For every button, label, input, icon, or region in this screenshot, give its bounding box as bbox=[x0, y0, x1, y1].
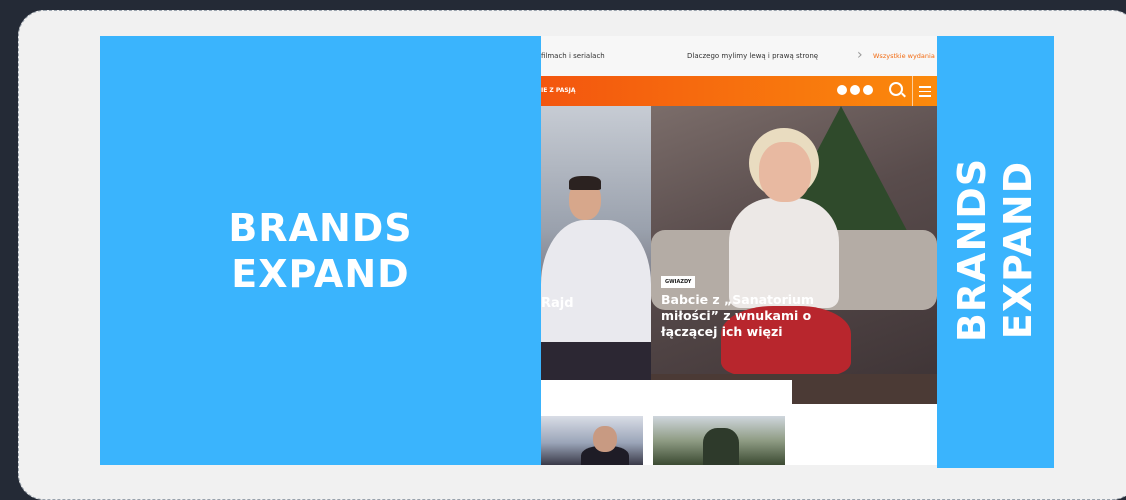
brand-line-1: BRANDS bbox=[228, 205, 413, 250]
category-badge[interactable]: GWIAZDY bbox=[661, 276, 696, 288]
hero-left-caption: Rajd bbox=[541, 296, 574, 311]
photo-hair bbox=[569, 176, 601, 190]
content-spacer bbox=[541, 380, 792, 404]
chevron-right-icon[interactable]: › bbox=[857, 47, 863, 63]
article-headline[interactable]: Babcie z „Sanatorium miłości” z wnukami … bbox=[661, 292, 861, 340]
topbar-link-center[interactable]: Dlaczego mylimy lewą i prawą stronę bbox=[687, 52, 818, 60]
all-issues-link[interactable]: Wszystkie wydania bbox=[873, 52, 935, 60]
website-preview: filmach i serialach Dlaczego mylimy lewą… bbox=[541, 36, 937, 465]
hamburger-menu-icon[interactable] bbox=[919, 86, 931, 100]
brand-line-2: EXPAND bbox=[231, 251, 410, 296]
brands-expand-left-label: BRANDS EXPAND bbox=[228, 205, 412, 297]
article-thumbnail[interactable] bbox=[541, 416, 643, 465]
navbar-section-label[interactable]: IE Z PASJĄ bbox=[541, 87, 576, 94]
instagram-icon[interactable] bbox=[850, 85, 860, 95]
brands-expand-right-label: BRANDS EXPAND bbox=[949, 158, 1041, 342]
hero-article-left[interactable]: Rajd bbox=[541, 106, 651, 380]
top-bar: filmach i serialach Dlaczego mylimy lewą… bbox=[541, 36, 937, 76]
topbar-link-left[interactable]: filmach i serialach bbox=[541, 52, 605, 60]
brand-line-2: EXPAND bbox=[996, 160, 1040, 340]
brands-expand-right-panel[interactable]: BRANDS EXPAND bbox=[937, 36, 1054, 468]
hero-article-right[interactable]: GWIAZDY Babcie z „Sanatorium miłości” z … bbox=[651, 106, 937, 404]
photo-jeans bbox=[541, 342, 651, 380]
photo-people bbox=[703, 428, 739, 465]
photo-face bbox=[593, 426, 617, 452]
divider bbox=[912, 76, 913, 106]
social-icons bbox=[837, 85, 873, 95]
brands-expand-left-panel[interactable]: BRANDS EXPAND bbox=[100, 36, 541, 465]
article-thumbnail[interactable] bbox=[653, 416, 785, 465]
main-navbar: IE Z PASJĄ bbox=[541, 76, 937, 106]
facebook-icon[interactable] bbox=[837, 85, 847, 95]
twitter-icon[interactable] bbox=[863, 85, 873, 95]
brand-line-1: BRANDS bbox=[950, 157, 994, 343]
search-icon[interactable] bbox=[889, 82, 903, 96]
photo-face bbox=[759, 142, 811, 202]
